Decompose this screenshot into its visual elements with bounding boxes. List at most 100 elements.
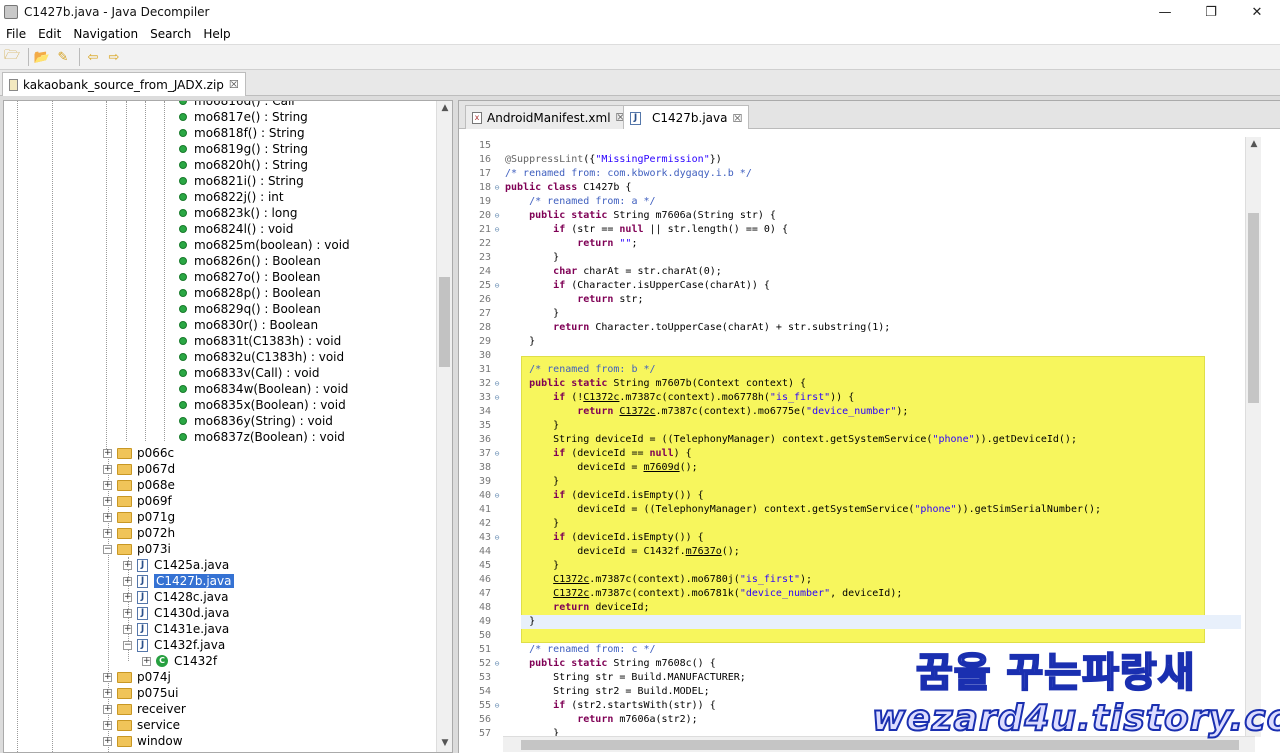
tree-item-method[interactable]: mo6836y(String) : void [179,413,333,429]
expand-icon[interactable]: + [103,688,112,698]
scroll-up-icon[interactable]: ▲ [437,103,452,117]
close-icon[interactable]: ☒ [229,78,239,91]
tree-item-file[interactable]: + J C1431e.java [123,621,229,637]
collapse-icon[interactable]: − [123,640,132,650]
expand-icon[interactable]: + [103,528,112,538]
close-button[interactable]: ✕ [1234,0,1280,24]
code-line: 41 deviceId = ((TelephonyManager) contex… [478,504,1102,515]
watermark-korean: 꿈을 꾸는파랑새 [915,649,1196,697]
menu-bar: File Edit Navigation Search Help [0,24,1280,44]
expand-icon[interactable]: + [103,672,112,682]
scroll-down-icon[interactable]: ▼ [437,738,452,752]
tree-item-package[interactable]: + p072h [103,525,175,541]
folder-icon [117,479,132,491]
expand-icon[interactable]: + [123,576,132,586]
tree-item-method[interactable]: mo6827o() : Boolean [179,269,321,285]
expand-icon[interactable]: + [103,464,112,474]
tree-item-method[interactable]: mo6818f() : String [179,125,305,141]
tree-item-package[interactable]: + p067d [103,461,175,477]
tree-item-method[interactable]: mo6833v(Call) : void [179,365,320,381]
open-type-hierarchy-icon[interactable]: ✎ [54,48,72,66]
tree-item-method[interactable]: mo6816d() : Call [179,101,295,109]
tree-item-method[interactable]: mo6834w(Boolean) : void [179,381,348,397]
expand-icon[interactable]: + [103,720,112,730]
close-icon[interactable]: ☒ [733,112,743,125]
tree-item-method[interactable]: mo6826n() : Boolean [179,253,321,269]
expand-icon[interactable]: + [103,736,112,746]
editor-vertical-scrollbar[interactable]: ▲ [1245,137,1261,737]
editor-scroll-thumb[interactable] [1248,213,1259,403]
back-arrow-icon[interactable]: ⇦ [84,48,102,66]
minimize-button[interactable]: — [1142,0,1188,24]
tree-item-package[interactable]: + receiver [103,701,186,717]
tree-item-package[interactable]: + p066c [103,445,174,461]
expand-icon[interactable]: + [123,592,132,602]
tree-item-package[interactable]: + p074j [103,669,171,685]
public-method-icon [179,289,187,297]
watermark-url: wezard4u.tistory.com [871,697,1280,740]
code-line: 33 ⊖ if (!C1372c.m7387c(context).mo6778h(… [478,392,855,403]
tree-item-method[interactable]: mo6829q() : Boolean [179,301,321,317]
expand-icon[interactable]: + [103,480,112,490]
tree-item-method[interactable]: mo6824l() : void [179,221,293,237]
tree-item-method[interactable]: mo6831t(C1383h) : void [179,333,341,349]
expand-icon[interactable]: + [123,624,132,634]
tree-item-method[interactable]: mo6821i() : String [179,173,304,189]
tab-androidmanifest[interactable]: x AndroidManifest.xml ☒ [465,105,633,129]
tree-item-method[interactable]: mo6819g() : String [179,141,308,157]
tree-item-package[interactable]: − p073i [103,541,171,557]
menu-file[interactable]: File [0,27,32,41]
tree-scroll-thumb[interactable] [439,277,450,367]
code-line: 19 /* renamed from: a */ [478,196,656,207]
scroll-up-icon[interactable]: ▲ [1246,139,1262,153]
tree-item-package[interactable]: + p075ui [103,685,178,701]
expand-icon[interactable]: + [103,448,112,458]
tree-item-package[interactable]: + p069f [103,493,172,509]
public-method-icon [179,369,187,377]
code-line: 28 return Character.toUpperCase(charAt) … [478,322,891,333]
expand-icon[interactable]: + [142,656,151,666]
menu-edit[interactable]: Edit [32,27,67,41]
tree-item-class[interactable]: + C C1432f [142,653,217,669]
tree-item-method[interactable]: mo6825m(boolean) : void [179,237,350,253]
tree-item-file[interactable]: − J C1432f.java [123,637,225,653]
tree-item-method[interactable]: mo6823k() : long [179,205,297,221]
maximize-button[interactable]: ❐ [1188,0,1234,24]
tree-item-method[interactable]: mo6830r() : Boolean [179,317,318,333]
open-file-icon[interactable]: 🗁 [3,48,21,66]
tree-item-file[interactable]: + J C1430d.java [123,605,230,621]
tree-item-file[interactable]: + J C1428c.java [123,589,228,605]
code-line: 18 ⊖ public class C1427b { [478,182,632,193]
tree-scrollbar[interactable]: ▲ ▼ [436,101,452,752]
code-line: 24 char charAt = str.charAt(0); [478,266,722,277]
tree-item-package[interactable]: + service [103,717,180,733]
tree-item-file[interactable]: + J C1425a.java [123,557,229,573]
menu-help[interactable]: Help [197,27,236,41]
tree-item-method[interactable]: mo6835x(Boolean) : void [179,397,346,413]
tree-item-file[interactable]: + J C1427b.java [123,573,234,589]
collapse-icon[interactable]: − [103,544,112,554]
menu-search[interactable]: Search [144,27,197,41]
forward-arrow-icon[interactable]: ⇨ [105,48,123,66]
tree-item-method[interactable]: mo6820h() : String [179,157,308,173]
tab-c1427b[interactable]: J C1427b.java ☒ [623,105,750,130]
folder-icon [117,735,132,747]
tree-item-package[interactable]: + p068e [103,477,175,493]
tree-item-method[interactable]: mo6817e() : String [179,109,308,125]
menu-navigation[interactable]: Navigation [67,27,144,41]
editor-hscroll-thumb[interactable] [521,740,1239,750]
code-line: 21 ⊖ if (str == null || str.length() == 0… [478,224,788,235]
tab-kakaobank-zip[interactable]: kakaobank_source_from_JADX.zip ☒ [2,72,246,96]
open-type-icon[interactable]: 📂 [33,48,51,66]
expand-icon[interactable]: + [103,512,112,522]
tree-item-package[interactable]: + window [103,733,183,749]
expand-icon[interactable]: + [103,704,112,714]
tree-item-method[interactable]: mo6828p() : Boolean [179,285,321,301]
tree-item-method[interactable]: mo6837z(Boolean) : void [179,429,345,445]
expand-icon[interactable]: + [103,496,112,506]
tree-item-method[interactable]: mo6832u(C1383h) : void [179,349,344,365]
expand-icon[interactable]: + [123,608,132,618]
expand-icon[interactable]: + [123,560,132,570]
tree-item-package[interactable]: + p071g [103,509,175,525]
tree-item-method[interactable]: mo6822j() : int [179,189,284,205]
